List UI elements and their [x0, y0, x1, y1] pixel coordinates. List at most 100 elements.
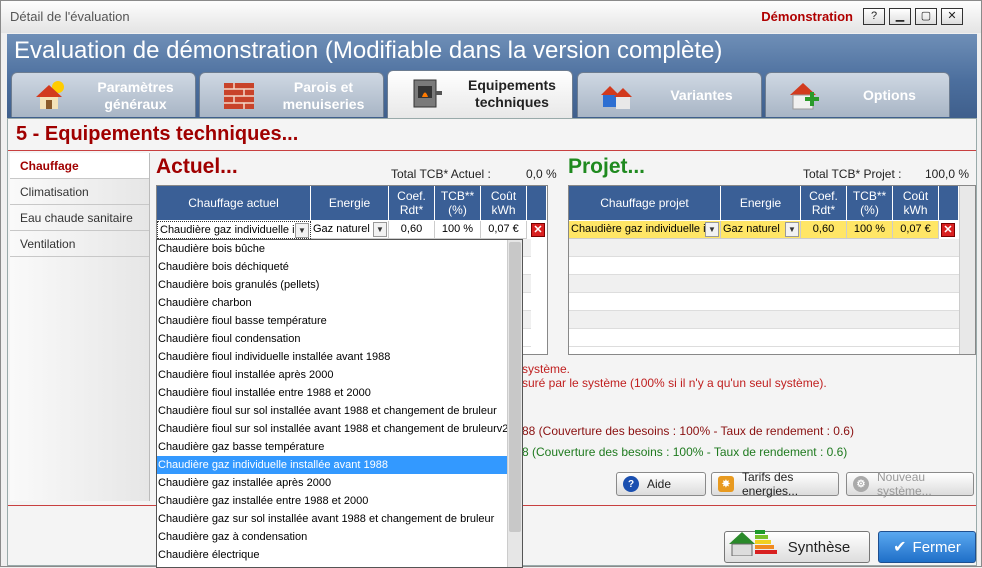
sidenav-item-ventilation[interactable]: Ventilation — [10, 231, 149, 257]
fermer-button[interactable]: ✔ Fermer — [878, 531, 976, 563]
energy-label-icon — [729, 530, 777, 556]
column-header[interactable]: Chauffage actuel — [157, 186, 311, 220]
column-header[interactable]: Coût kWh — [481, 186, 527, 220]
dropdown-option[interactable]: Chaudière gaz basse température — [157, 438, 509, 456]
actuel-tcb-cell[interactable]: 100 % — [435, 221, 481, 239]
houses-icon — [601, 86, 632, 109]
dropdown-option[interactable]: Chaudière fioul sur sol installée avant … — [157, 402, 509, 420]
tab-label: Paramètres généraux — [97, 79, 174, 112]
column-header[interactable]: TCB** (%) — [435, 186, 481, 220]
delete-row-icon[interactable]: ✕ — [531, 223, 545, 237]
dropdown-option[interactable]: Chaudière fioul individuelle installée a… — [157, 348, 509, 366]
column-header[interactable]: TCB** (%) — [847, 186, 893, 220]
tab-variantes[interactable]: Variantes — [577, 72, 762, 117]
dropdown-option[interactable]: Chaudière fioul installée entre 1988 et … — [157, 384, 509, 402]
tab-label: Options — [863, 87, 916, 103]
dropdown-option[interactable]: Chaudière électrique — [157, 546, 509, 564]
demo-label: Démonstration — [761, 9, 853, 24]
projet-tcb-cell[interactable]: 100 % — [847, 221, 893, 239]
info-message-1: système. — [522, 362, 571, 376]
column-header[interactable]: Energie — [721, 186, 801, 220]
table-row — [569, 257, 959, 275]
maximize-icon[interactable]: ▢ — [915, 8, 937, 25]
chevron-down-icon[interactable]: ▼ — [705, 222, 719, 237]
column-header[interactable]: Coef. Rdt* — [801, 186, 847, 220]
actuel-heading: Actuel... — [156, 155, 238, 178]
projet-cost-cell[interactable]: 0,07 € — [893, 221, 939, 239]
synthese-button-label: Synthèse — [787, 538, 851, 556]
dropdown-option[interactable]: Chaudière bois granulés (pellets) — [157, 276, 509, 294]
tab-parois-menuiseries[interactable]: Parois et menuiseries — [199, 72, 384, 117]
dropdown-option[interactable]: Chaudière charbon — [157, 294, 509, 312]
chevron-down-icon[interactable]: ▼ — [295, 223, 309, 238]
column-header-delete — [939, 186, 959, 220]
dropdown-option[interactable]: Chaudière fioul installée après 2000 — [157, 366, 509, 384]
dropdown-option[interactable]: Chaudière fioul condensation — [157, 330, 509, 348]
actuel-cost-cell[interactable]: 0,07 € — [481, 221, 527, 239]
tcb-projet-label: Total TCB* Projet : — [803, 167, 902, 181]
actuel-system-combo[interactable]: Chaudière gaz individuelle ins ▼ — [157, 221, 311, 239]
divider — [8, 150, 976, 151]
dropdown-option[interactable]: Chaudière gaz sur sol installée avant 19… — [157, 510, 509, 528]
projet-energy-combo[interactable]: Gaz naturel ▼ — [721, 221, 801, 239]
dropdown-option[interactable]: Chaudière gaz à condensation — [157, 528, 509, 546]
dropdown-options: Chaudière bois bûche Chaudière bois déchi… — [157, 240, 522, 564]
scrollbar-thumb[interactable] — [509, 242, 521, 532]
column-header[interactable]: Chauffage projet — [569, 186, 721, 220]
system-dropdown-list[interactable]: Chaudière bois bûche Chaudière bois déchi… — [156, 239, 523, 568]
fermer-button-label: Fermer — [912, 538, 961, 556]
dropdown-option[interactable]: Chaudière gaz installée après 2000 — [157, 474, 509, 492]
title-bar: Détail de l'évaluation Démonstration ? ▁… — [1, 1, 981, 33]
dropdown-option[interactable]: Chaudière bois déchiqueté — [157, 258, 509, 276]
close-icon[interactable]: ✕ — [941, 8, 963, 25]
sidenav-item-climatisation[interactable]: Climatisation — [10, 179, 149, 205]
gear-icon: ⚙ — [853, 476, 869, 492]
summary-actuel: 88 (Couverture des besoins : 100% - Taux… — [522, 424, 854, 438]
actuel-energy-value: Gaz naturel — [313, 223, 370, 235]
dropdown-option[interactable]: Chaudière bois bûche — [157, 240, 509, 258]
tcb-actuel-label: Total TCB* Actuel : — [391, 167, 491, 181]
projet-scrollbar[interactable] — [959, 186, 975, 354]
projet-heading: Projet... — [568, 155, 646, 178]
dropdown-option[interactable]: Chaudière gaz installée entre 1988 et 20… — [157, 492, 509, 510]
aide-button[interactable]: ? Aide — [616, 472, 706, 496]
actuel-coef-cell[interactable]: 0,60 — [389, 221, 435, 239]
tarifs-button-label: Tarifs des energies... — [742, 470, 799, 498]
tab-parametres-generaux[interactable]: Paramètres généraux — [11, 72, 196, 117]
synthese-button[interactable]: Synthèse — [724, 530, 870, 563]
column-header[interactable]: Energie — [311, 186, 389, 220]
actuel-system-value: Chaudière gaz individuelle ins — [160, 224, 307, 236]
projet-coef-cell[interactable]: 0,60 — [801, 221, 847, 239]
dropdown-scrollbar[interactable] — [507, 240, 522, 567]
tab-equipements-techniques[interactable]: Equipements techniques — [387, 70, 573, 118]
chevron-down-icon[interactable]: ▼ — [373, 222, 387, 237]
chevron-down-icon[interactable]: ▼ — [785, 222, 799, 237]
projet-system-value: Chaudière gaz individuelle ins — [571, 223, 718, 235]
sidenav-item-eau-chaude[interactable]: Eau chaude sanitaire — [10, 205, 149, 231]
tab-options[interactable]: Options — [765, 72, 950, 117]
table-row — [569, 239, 959, 257]
dropdown-option[interactable]: Chaudière fioul basse température — [157, 312, 509, 330]
summary-projet: 8 (Couverture des besoins : 100% - Taux … — [522, 445, 848, 459]
column-header[interactable]: Coef. Rdt* — [389, 186, 435, 220]
help-icon[interactable]: ? — [863, 8, 885, 25]
section-title: 5 - Equipements techniques... — [16, 123, 299, 145]
house-sun-icon — [36, 81, 64, 109]
actuel-energy-combo[interactable]: Gaz naturel ▼ — [311, 221, 389, 239]
projet-energy-value: Gaz naturel — [723, 223, 780, 235]
tarifs-button[interactable]: ✸ Tarifs des energies... — [711, 470, 839, 498]
question-icon: ? — [623, 476, 639, 492]
column-header-delete — [527, 186, 547, 220]
minimize-icon[interactable]: ▁ — [889, 8, 911, 25]
column-header[interactable]: Coût kWh — [893, 186, 939, 220]
boiler-icon — [413, 79, 442, 108]
aide-button-label: Aide — [647, 477, 672, 491]
nouveau-systeme-button[interactable]: ⚙ Nouveau système... — [846, 470, 974, 498]
header-banner: Evaluation de démonstration (Modifiable … — [7, 34, 977, 118]
nouveau-button-label: Nouveau système... — [877, 470, 932, 498]
sidenav-item-chauffage[interactable]: Chauffage — [10, 153, 149, 179]
dropdown-option[interactable]: Chaudière fioul sur sol installée avant … — [157, 420, 509, 438]
dropdown-option[interactable]: Chaudière gaz individuelle installée ava… — [157, 456, 509, 474]
projet-system-combo[interactable]: Chaudière gaz individuelle ins ▼ — [569, 221, 721, 239]
delete-row-icon[interactable]: ✕ — [941, 223, 955, 237]
